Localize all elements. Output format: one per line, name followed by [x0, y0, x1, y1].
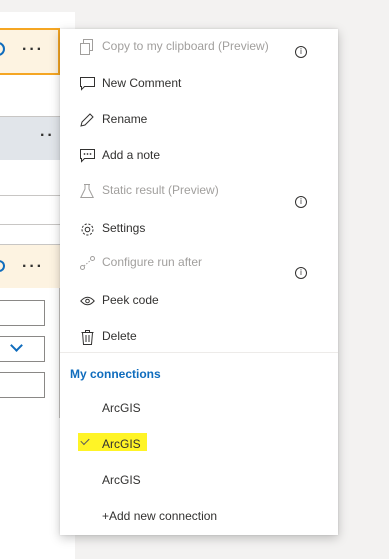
- dropdown-field[interactable]: [0, 336, 45, 362]
- connection-label: ArcGIS: [102, 437, 141, 451]
- menu-item-label: Delete: [102, 329, 137, 343]
- more-options-button[interactable]: ···: [22, 41, 44, 59]
- menu-item-label: New Comment: [102, 76, 182, 90]
- field-underline-2: [0, 224, 60, 225]
- trash-icon: [79, 329, 95, 345]
- menu-item-label: Copy to my clipboard (Preview): [102, 39, 269, 53]
- menu-item-add-note[interactable]: Add a note: [60, 138, 338, 174]
- run-after-icon: [79, 255, 95, 271]
- connection-label: ArcGIS: [102, 401, 141, 415]
- menu-item-copy-clipboard[interactable]: Copy to my clipboard (Preview) i: [60, 29, 338, 65]
- menu-item-label: Add a note: [102, 148, 161, 162]
- menu-item-new-comment[interactable]: New Comment: [60, 66, 338, 102]
- connector-icon-2: [0, 260, 5, 272]
- note-icon: [79, 148, 95, 164]
- info-icon[interactable]: i: [295, 46, 307, 58]
- connection-item-selected[interactable]: ArcGIS: [60, 427, 338, 463]
- action-card-header[interactable]: ··: [0, 116, 60, 160]
- menu-item-rename[interactable]: Rename: [60, 102, 338, 138]
- menu-divider: [60, 352, 338, 353]
- info-icon[interactable]: i: [295, 267, 307, 279]
- context-menu: Copy to my clipboard (Preview) i New Com…: [60, 29, 338, 535]
- gear-icon: [79, 221, 95, 237]
- connection-label: ArcGIS: [102, 473, 141, 487]
- connections-heading: My connections: [70, 367, 161, 381]
- menu-item-peek-code[interactable]: Peek code: [60, 283, 338, 319]
- eye-icon: [79, 293, 95, 309]
- menu-item-label: Rename: [102, 112, 148, 126]
- action-card-3[interactable]: ···: [0, 244, 60, 288]
- menu-item-label: Settings: [102, 221, 146, 235]
- copy-icon: [79, 39, 95, 55]
- menu-item-label: Configure run after: [102, 255, 203, 269]
- text-field-2[interactable]: [0, 372, 45, 398]
- field-underline: [0, 195, 60, 196]
- selected-action-card[interactable]: ···: [0, 28, 60, 75]
- pencil-icon: [79, 112, 95, 128]
- connection-item[interactable]: ArcGIS: [60, 463, 338, 499]
- text-field[interactable]: [0, 300, 45, 326]
- info-icon[interactable]: i: [295, 196, 307, 208]
- more-options-button-2[interactable]: ··: [40, 127, 55, 145]
- menu-item-delete[interactable]: Delete: [60, 319, 338, 355]
- chevron-down-icon: [10, 339, 23, 352]
- add-connection-button[interactable]: +Add new connection: [60, 499, 338, 535]
- add-connection-label: +Add new connection: [102, 509, 218, 523]
- comment-icon: [79, 76, 95, 92]
- flask-icon: [79, 183, 95, 199]
- connection-item[interactable]: ArcGIS: [60, 391, 338, 427]
- menu-item-label: Static result (Preview): [102, 183, 219, 197]
- menu-item-settings[interactable]: Settings: [60, 211, 338, 247]
- menu-item-configure-run-after[interactable]: Configure run after i: [60, 245, 338, 281]
- more-options-button-3[interactable]: ···: [22, 258, 44, 276]
- menu-item-static-result[interactable]: Static result (Preview) i: [60, 173, 338, 209]
- menu-item-label: Peek code: [102, 293, 159, 307]
- connector-icon: [0, 42, 5, 56]
- top-band: [0, 0, 389, 12]
